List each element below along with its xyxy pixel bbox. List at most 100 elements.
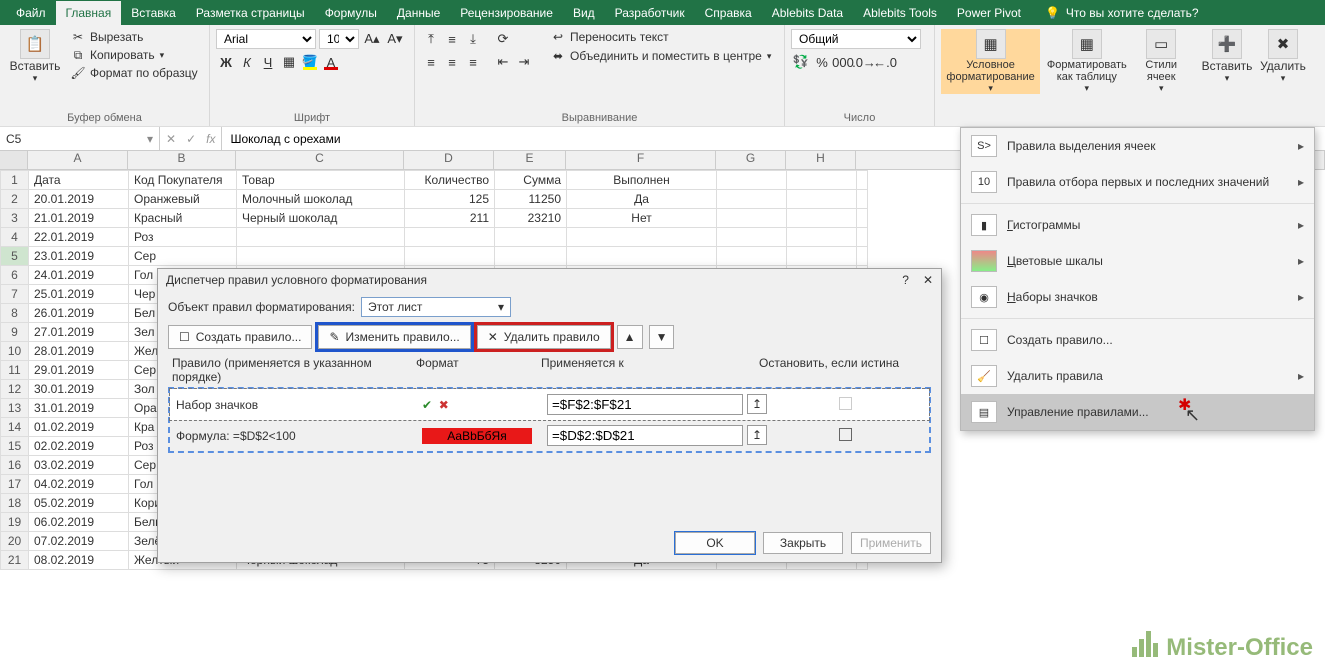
- row-header[interactable]: 11: [1, 361, 29, 380]
- cell[interactable]: 31.01.2019: [29, 399, 129, 418]
- fx-icon[interactable]: fx: [206, 132, 215, 146]
- row-header[interactable]: 20: [1, 532, 29, 551]
- row-header[interactable]: 13: [1, 399, 29, 418]
- cell[interactable]: Роз: [129, 228, 237, 247]
- col-header[interactable]: C: [236, 151, 404, 169]
- cell[interactable]: 23.01.2019: [29, 247, 129, 266]
- cell[interactable]: 05.02.2019: [29, 494, 129, 513]
- col-header[interactable]: E: [494, 151, 566, 169]
- cell[interactable]: [717, 209, 787, 228]
- tab-insert[interactable]: Вставка: [121, 1, 186, 25]
- cell[interactable]: 22.01.2019: [29, 228, 129, 247]
- cell[interactable]: [567, 228, 717, 247]
- increase-decimal-button[interactable]: .0→: [854, 52, 874, 72]
- number-format-select[interactable]: Общий: [791, 29, 921, 49]
- row-header[interactable]: 10: [1, 342, 29, 361]
- cell[interactable]: [787, 171, 857, 190]
- tab-review[interactable]: Рецензирование: [450, 1, 563, 25]
- cf-color-scales[interactable]: Цветовые шкалы▸: [961, 243, 1314, 279]
- cell[interactable]: Сер: [129, 247, 237, 266]
- cf-topbottom-rules[interactable]: 10Правила отбора первых и последних знач…: [961, 164, 1314, 200]
- cell[interactable]: Да: [567, 190, 717, 209]
- align-top-button[interactable]: ⤒: [421, 29, 441, 49]
- edit-rule-button[interactable]: ✎Изменить правило...: [318, 325, 470, 349]
- cell[interactable]: 28.01.2019: [29, 342, 129, 361]
- cf-manage-rules[interactable]: ▤Управление правилами...: [961, 394, 1314, 430]
- cell[interactable]: 24.01.2019: [29, 266, 129, 285]
- font-size-select[interactable]: 10: [319, 29, 359, 49]
- row-header[interactable]: 8: [1, 304, 29, 323]
- font-name-select[interactable]: Arial: [216, 29, 316, 49]
- tab-data[interactable]: Данные: [387, 1, 450, 25]
- row-header[interactable]: 16: [1, 456, 29, 475]
- range-picker-icon[interactable]: ↥: [747, 425, 767, 445]
- col-header[interactable]: G: [716, 151, 786, 169]
- border-button[interactable]: ▦: [279, 52, 299, 72]
- cell[interactable]: [495, 247, 567, 266]
- cell[interactable]: 30.01.2019: [29, 380, 129, 399]
- cell[interactable]: Количество: [405, 171, 495, 190]
- tab-powerpivot[interactable]: Power Pivot: [947, 1, 1031, 25]
- merge-center-button[interactable]: ⬌Объединить и поместить в центре▾: [548, 48, 774, 64]
- tab-formulas[interactable]: Формулы: [315, 1, 387, 25]
- tab-developer[interactable]: Разработчик: [605, 1, 695, 25]
- cell[interactable]: Выполнен: [567, 171, 717, 190]
- row-header[interactable]: 21: [1, 551, 29, 570]
- orientation-button[interactable]: ⟳: [493, 29, 513, 49]
- cell[interactable]: 01.02.2019: [29, 418, 129, 437]
- cell[interactable]: 03.02.2019: [29, 456, 129, 475]
- cell-styles-button[interactable]: ▭ Стили ячеек▾: [1133, 29, 1189, 94]
- tab-view[interactable]: Вид: [563, 1, 605, 25]
- cf-data-bars[interactable]: ▮Гистограммы▸: [961, 207, 1314, 243]
- row-header[interactable]: 12: [1, 380, 29, 399]
- tellme-search[interactable]: 💡 Что вы хотите сделать?: [1045, 6, 1199, 20]
- col-header[interactable]: B: [128, 151, 236, 169]
- align-bottom-button[interactable]: ⤓: [463, 29, 483, 49]
- format-painter-button[interactable]: 🖌Формат по образцу: [68, 65, 201, 81]
- cell[interactable]: 06.02.2019: [29, 513, 129, 532]
- format-as-table-button[interactable]: ▦ Форматировать как таблицу▾: [1044, 29, 1129, 94]
- row-header[interactable]: 17: [1, 475, 29, 494]
- cell[interactable]: 29.01.2019: [29, 361, 129, 380]
- row-header[interactable]: 7: [1, 285, 29, 304]
- col-header[interactable]: A: [28, 151, 128, 169]
- align-left-button[interactable]: ≡: [421, 52, 441, 72]
- cell[interactable]: [787, 209, 857, 228]
- name-box[interactable]: C5▾: [0, 127, 160, 150]
- row-header[interactable]: 2: [1, 190, 29, 209]
- rule-row[interactable]: Набор значков ✔ ✖ ↥: [170, 389, 929, 420]
- ok-button[interactable]: OK: [675, 532, 755, 554]
- row-header[interactable]: 1: [1, 171, 29, 190]
- cell[interactable]: [717, 190, 787, 209]
- cell[interactable]: [787, 228, 857, 247]
- move-up-button[interactable]: ▲: [617, 325, 643, 349]
- align-right-button[interactable]: ≡: [463, 52, 483, 72]
- cell[interactable]: 02.02.2019: [29, 437, 129, 456]
- cell[interactable]: 08.02.2019: [29, 551, 129, 570]
- fill-color-button[interactable]: 🪣: [300, 52, 320, 72]
- select-all-corner[interactable]: [0, 151, 28, 169]
- tab-home[interactable]: Главная: [56, 1, 122, 25]
- cell[interactable]: Сумма: [495, 171, 567, 190]
- cell[interactable]: [717, 171, 787, 190]
- delete-cells-button[interactable]: ✖ Удалить▾: [1257, 29, 1309, 84]
- col-header[interactable]: F: [566, 151, 716, 169]
- col-header[interactable]: D: [404, 151, 494, 169]
- tab-file[interactable]: Файл: [6, 1, 56, 25]
- scope-combo[interactable]: Этот лист▾: [361, 297, 511, 317]
- row-header[interactable]: 15: [1, 437, 29, 456]
- insert-cells-button[interactable]: ➕ Вставить▾: [1201, 29, 1253, 84]
- cell[interactable]: [405, 247, 495, 266]
- underline-button[interactable]: Ч: [258, 52, 278, 72]
- cell[interactable]: 25.01.2019: [29, 285, 129, 304]
- cell[interactable]: 11250: [495, 190, 567, 209]
- dialog-help-icon[interactable]: ?: [902, 273, 909, 287]
- cell[interactable]: Код Покупателя: [129, 171, 237, 190]
- close-button[interactable]: Закрыть: [763, 532, 843, 554]
- cell[interactable]: Молочный шоколад: [237, 190, 405, 209]
- cell[interactable]: 23210: [495, 209, 567, 228]
- applies-to-input[interactable]: [547, 394, 743, 415]
- cell[interactable]: Красный: [129, 209, 237, 228]
- row-header[interactable]: 9: [1, 323, 29, 342]
- row-header[interactable]: 14: [1, 418, 29, 437]
